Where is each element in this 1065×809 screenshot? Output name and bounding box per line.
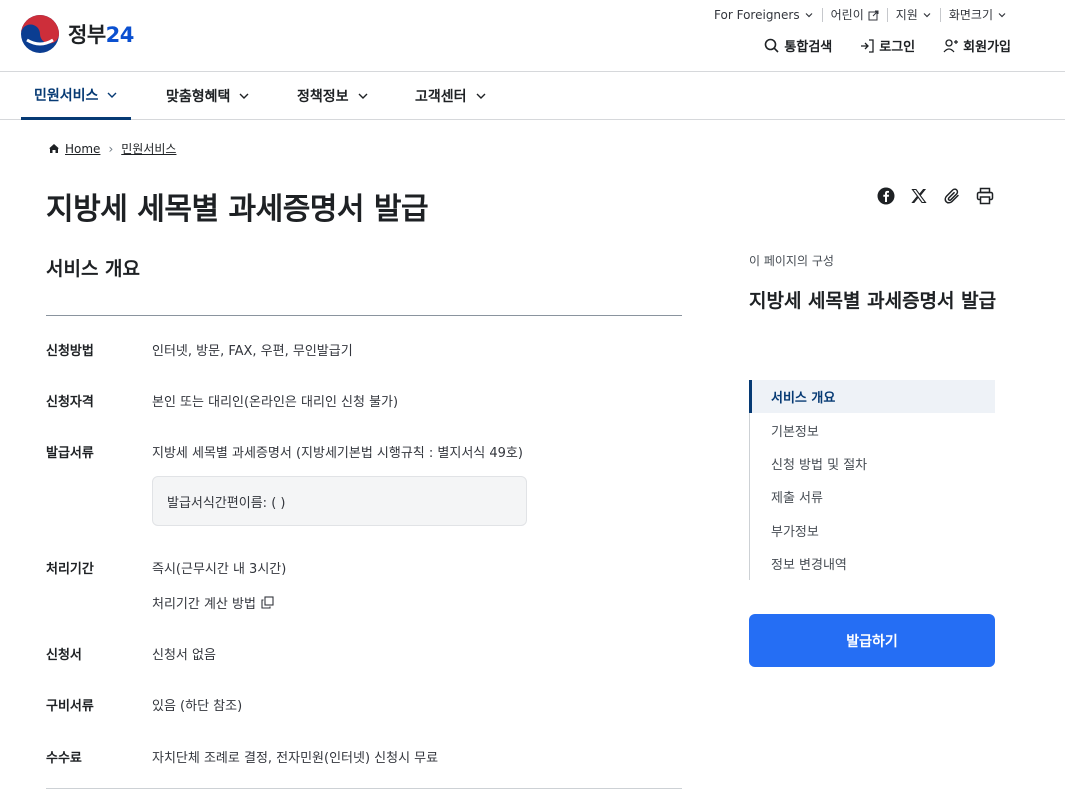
bottom-divider <box>46 788 682 789</box>
form-short-name-box: 발급서식간편이름: ( ) <box>152 476 527 526</box>
chevron-down-icon <box>239 93 249 99</box>
user-add-icon <box>943 38 959 52</box>
toc-item-submit-documents[interactable]: 제출 서류 <box>750 480 995 513</box>
toc-item-additional-info[interactable]: 부가정보 <box>750 514 995 547</box>
chevron-down-icon <box>476 93 486 99</box>
info-value: 있음 (하단 참조) <box>152 699 243 714</box>
toc-item-change-history[interactable]: 정보 변경내역 <box>750 547 995 580</box>
breadcrumb-home-link[interactable]: Home <box>65 142 100 156</box>
toc-item-apply-procedure[interactable]: 신청 방법 및 절차 <box>750 447 995 480</box>
x-share-button[interactable] <box>909 186 929 206</box>
login-icon <box>861 38 874 53</box>
info-label: 신청자격 <box>46 395 94 410</box>
taegeuk-logo-icon <box>21 15 59 53</box>
tab-civil-services[interactable]: 민원서비스 <box>21 72 132 120</box>
kids-label: 어린이 <box>830 8 864 22</box>
info-value: 신청서 없음 <box>152 648 216 663</box>
chevron-down-icon <box>923 13 931 18</box>
breadcrumb-current-link[interactable]: 민원서비스 <box>121 140 176 157</box>
copy-link-button[interactable] <box>942 186 962 206</box>
screen-size-label: 화면크기 <box>948 8 993 22</box>
toc-title: 지방세 세목별 과세증명서 발급 <box>749 290 997 312</box>
support-link[interactable]: 지원 <box>886 8 940 22</box>
processing-time-calc-link[interactable]: 처리기간 계산 방법 <box>152 593 274 612</box>
for-foreigners-label: For Foreigners <box>714 8 800 22</box>
login-link[interactable]: 로그인 <box>860 36 915 55</box>
page-title: 지방세 세목별 과세증명서 발급 <box>46 192 429 227</box>
signup-link[interactable]: 회원가입 <box>943 36 1011 55</box>
info-value: 지방세 세목별 과세증명서 (지방세기본법 시행규칙 : 별지서식 49호) <box>152 446 523 461</box>
site-logo[interactable]: 정부24 <box>20 14 134 54</box>
print-button[interactable] <box>975 186 995 206</box>
info-value: 인터넷, 방문, FAX, 우편, 무인발급기 <box>152 344 353 359</box>
processing-time-calc-label: 처리기간 계산 방법 <box>152 597 256 612</box>
home-icon <box>49 144 59 153</box>
main-nav: 민원서비스 맞춤형혜택 정책정보 고객센터 <box>0 72 1065 120</box>
breadcrumb: Home › 민원서비스 <box>48 140 176 157</box>
tab-custom-benefits[interactable]: 맞춤형혜택 <box>166 72 250 119</box>
info-label: 신청서 <box>46 648 82 663</box>
info-label: 수수료 <box>46 751 82 766</box>
facebook-share-button[interactable] <box>876 186 896 206</box>
toc-item-basic-info[interactable]: 기본정보 <box>750 413 995 446</box>
search-link[interactable]: 통합검색 <box>764 36 832 55</box>
chevron-down-icon <box>358 93 368 99</box>
link-icon <box>943 187 959 204</box>
search-label: 통합검색 <box>784 40 833 55</box>
info-value: 본인 또는 대리인(온라인은 대리인 신청 불가) <box>152 395 399 410</box>
tab-label: 정책정보 <box>297 88 349 105</box>
signup-label: 회원가입 <box>963 40 1011 55</box>
info-label: 구비서류 <box>46 699 94 714</box>
chevron-right-icon: › <box>108 141 114 156</box>
issue-button[interactable]: 발급하기 <box>749 614 995 667</box>
screen-size-link[interactable]: 화면크기 <box>939 8 1015 22</box>
toc-caption: 이 페이지의 구성 <box>749 254 834 268</box>
chevron-down-icon <box>805 13 813 18</box>
toc-list: 서비스 개요 기본정보 신청 방법 및 절차 제출 서류 부가정보 정보 변경내… <box>749 380 995 581</box>
utility-links: For Foreigners 어린이 지원 화면크기 <box>706 8 1015 22</box>
site-header: 정부24 For Foreigners 어린이 지원 화면크기 통합검색 로그인 <box>0 0 1065 72</box>
share-bar <box>876 186 1008 206</box>
facebook-icon <box>877 187 895 205</box>
copy-icon <box>261 596 274 609</box>
tab-label: 고객센터 <box>415 88 467 105</box>
chevron-down-icon <box>107 92 117 98</box>
info-label: 처리기간 <box>46 562 94 577</box>
section-divider <box>46 315 682 316</box>
external-link-icon <box>868 10 879 20</box>
chevron-down-icon <box>998 13 1006 18</box>
kids-link[interactable]: 어린이 <box>821 8 887 22</box>
info-value: 자치단체 조례로 결정, 전자민원(인터넷) 신청시 무료 <box>152 751 439 766</box>
tab-policy-info[interactable]: 정책정보 <box>297 72 369 119</box>
print-icon <box>976 187 994 205</box>
for-foreigners-link[interactable]: For Foreigners <box>706 8 822 22</box>
logo-text: 정부24 <box>68 23 134 47</box>
info-label: 신청방법 <box>46 344 94 359</box>
tab-customer-center[interactable]: 고객센터 <box>415 72 487 119</box>
info-label: 발급서류 <box>46 446 94 461</box>
main-links: 통합검색 로그인 회원가입 <box>736 36 1011 55</box>
login-label: 로그인 <box>879 40 916 55</box>
search-icon <box>765 38 779 53</box>
tab-label: 맞춤형혜택 <box>166 88 231 105</box>
tab-label: 민원서비스 <box>34 87 99 104</box>
x-icon <box>911 188 927 204</box>
info-value: 즉시(근무시간 내 3시간) <box>152 562 287 577</box>
support-label: 지원 <box>895 8 918 22</box>
form-short-name: 발급서식간편이름: ( ) <box>167 495 286 511</box>
section-title: 서비스 개요 <box>46 258 141 280</box>
toc-item-service-overview[interactable]: 서비스 개요 <box>749 380 995 414</box>
